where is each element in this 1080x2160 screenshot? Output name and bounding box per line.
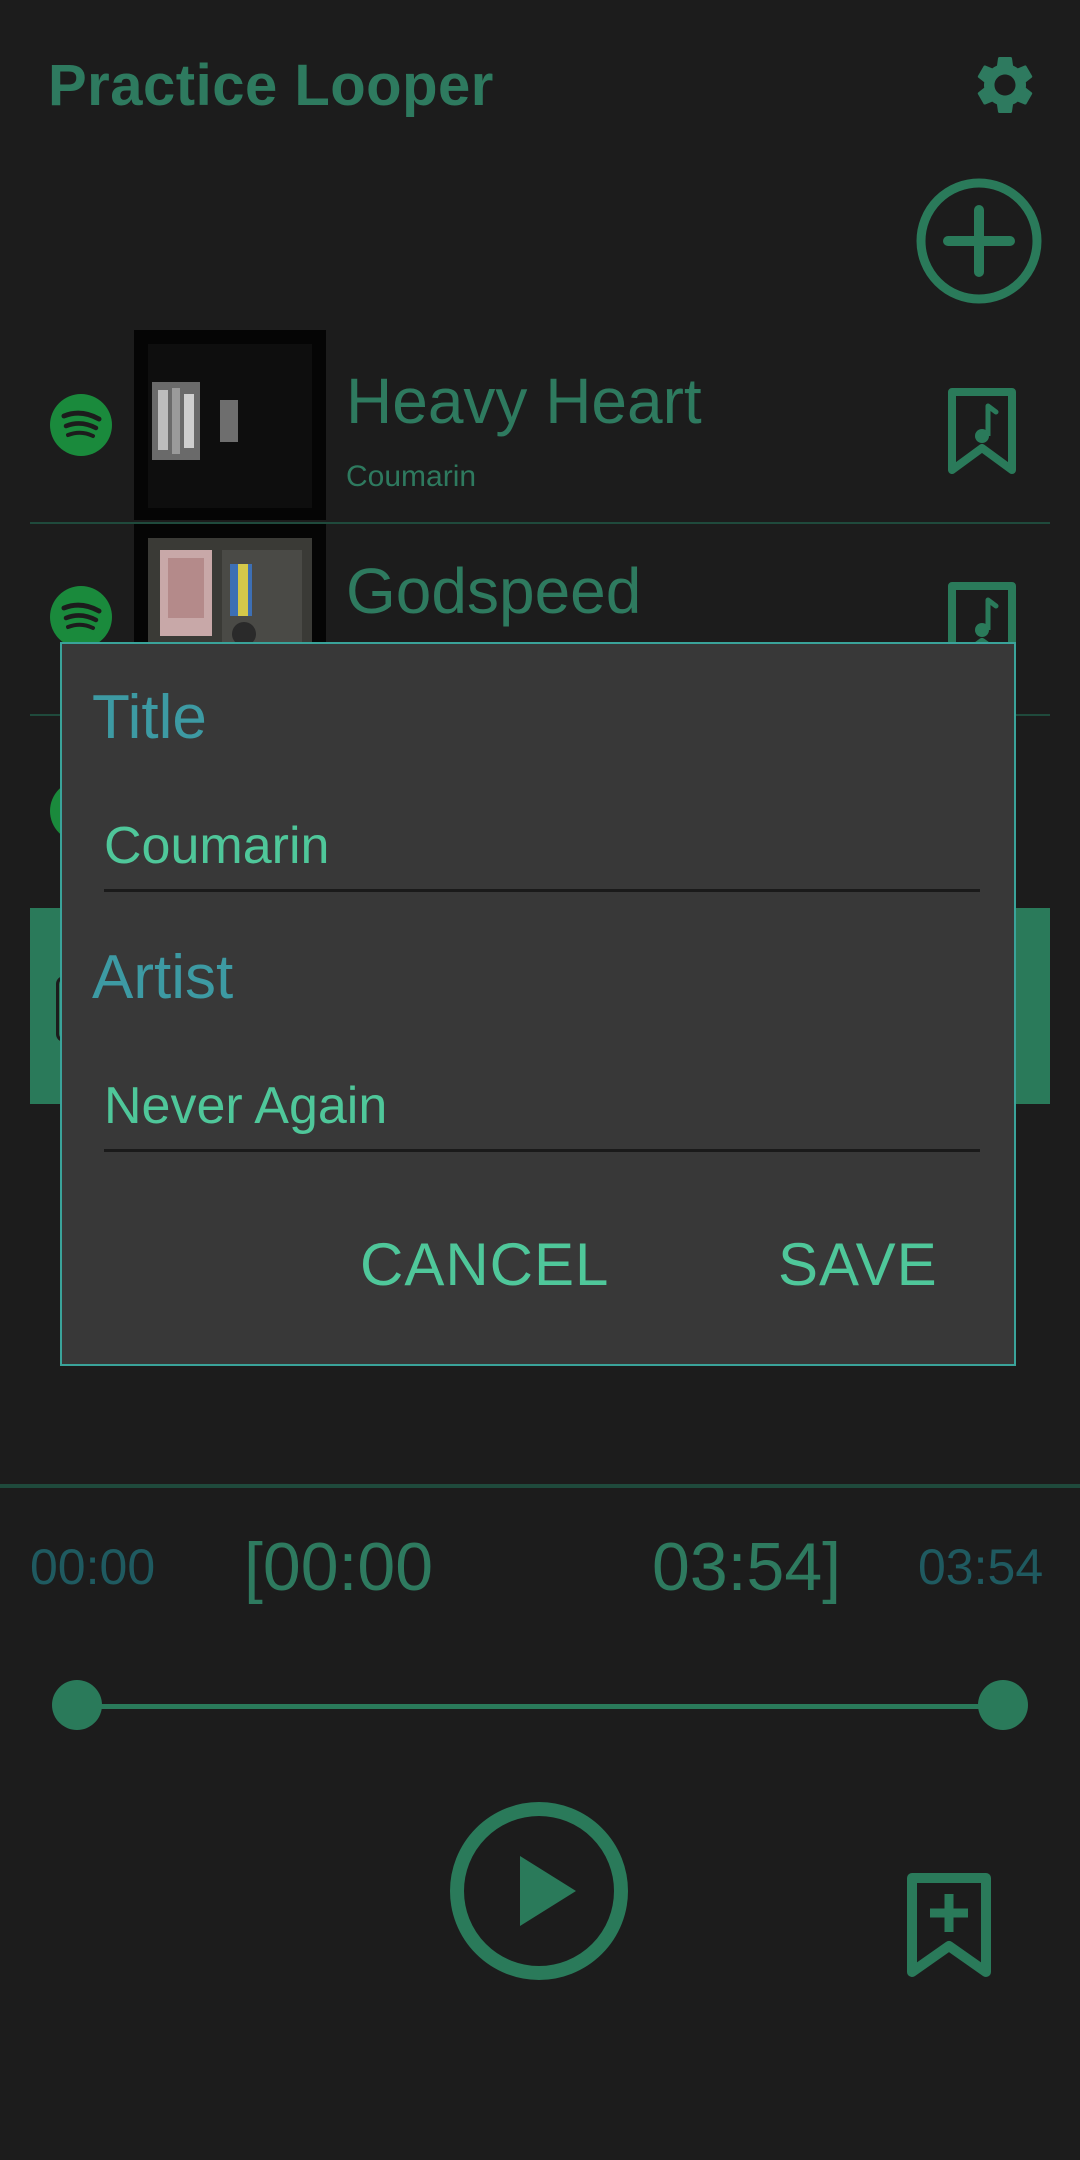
title-field-label: Title bbox=[92, 683, 207, 752]
app-title: Practice Looper bbox=[48, 53, 494, 118]
song-artist: Coumarin bbox=[346, 460, 477, 493]
loop-start-time: [00:00 bbox=[244, 1529, 434, 1605]
loop-end-handle[interactable] bbox=[978, 1680, 1028, 1730]
track-duration: 03:54 bbox=[918, 1539, 1044, 1595]
bookmark-music-icon[interactable] bbox=[946, 386, 1018, 476]
loop-range-track bbox=[78, 1704, 1004, 1709]
artist-field-label: Artist bbox=[92, 943, 234, 1012]
spotify-icon bbox=[50, 394, 112, 456]
save-button[interactable]: SAVE bbox=[778, 1230, 938, 1299]
loop-end-time: 03:54] bbox=[652, 1529, 842, 1605]
song-title: Godspeed bbox=[346, 555, 642, 627]
edit-song-dialog: Title Artist CANCEL SAVE bbox=[60, 642, 1016, 1366]
song-title: Heavy Heart bbox=[346, 365, 702, 437]
add-song-button[interactable] bbox=[914, 176, 1044, 306]
bookmark-plus-icon bbox=[907, 1873, 991, 1977]
spotify-icon bbox=[50, 586, 112, 648]
artist-input-wrapper bbox=[104, 1062, 980, 1152]
play-button[interactable] bbox=[448, 1800, 630, 1982]
cancel-button[interactable]: CANCEL bbox=[360, 1230, 609, 1299]
current-position: 00:00 bbox=[30, 1539, 156, 1595]
play-circle-icon bbox=[450, 1802, 628, 1980]
settings-button[interactable] bbox=[970, 50, 1040, 120]
player-divider bbox=[0, 1484, 1080, 1488]
add-bookmark-button[interactable] bbox=[904, 1870, 994, 1980]
title-input[interactable] bbox=[104, 802, 980, 889]
app-screen: Practice Looper Heavy Heart Coumarin God… bbox=[0, 0, 1080, 2160]
loop-range-slider bbox=[52, 1680, 1030, 1732]
song-row[interactable]: Heavy Heart Coumarin bbox=[30, 330, 1050, 520]
gear-icon bbox=[977, 56, 1033, 113]
artist-input[interactable] bbox=[104, 1062, 980, 1149]
title-input-wrapper bbox=[104, 802, 980, 892]
album-art bbox=[134, 330, 326, 520]
plus-circle-icon bbox=[916, 178, 1042, 304]
loop-start-handle[interactable] bbox=[52, 1680, 102, 1730]
